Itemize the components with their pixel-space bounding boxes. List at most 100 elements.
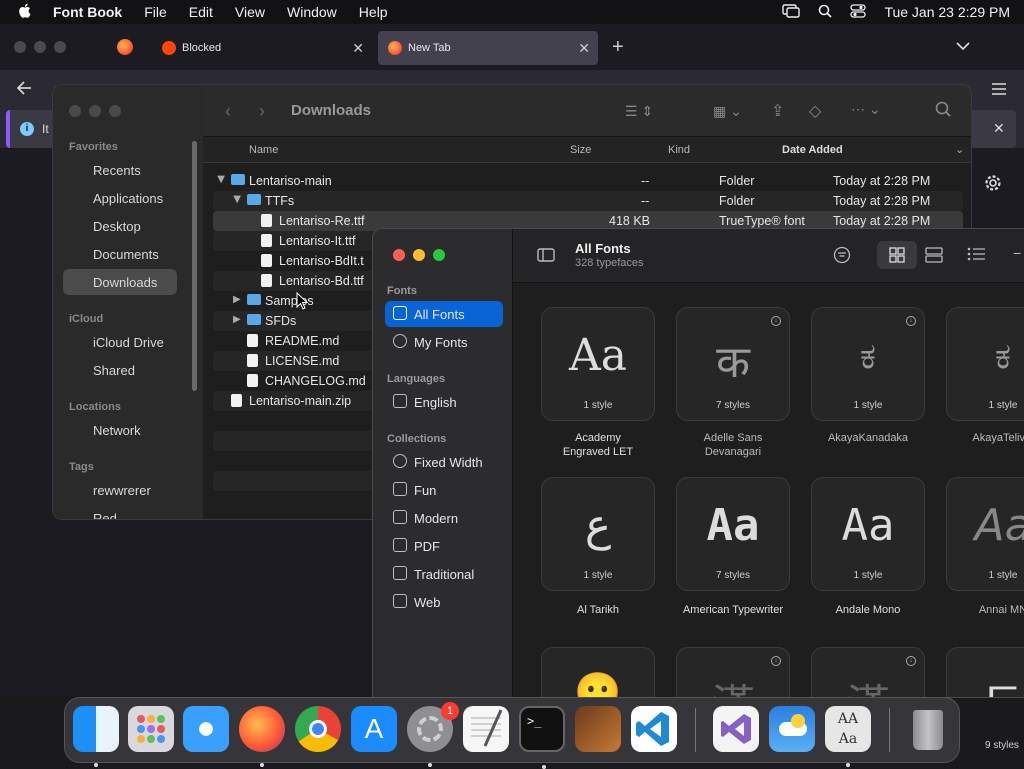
list-view-icon[interactable]: ☰ ⇕ xyxy=(625,103,653,120)
sidebar-item-applications[interactable]: Applications xyxy=(93,191,163,206)
sidebar-item-tag-red[interactable]: Red xyxy=(93,511,117,519)
weather-dock-icon[interactable] xyxy=(769,706,815,752)
close-notification-icon[interactable]: ✕ xyxy=(993,120,1005,137)
font-card[interactable]: Aa 7 styles xyxy=(676,477,790,591)
sidebar-item-my-fonts[interactable]: My Fonts xyxy=(385,329,503,355)
back-chevron-icon[interactable]: ‹ xyxy=(225,101,231,122)
font-card[interactable]: Aa 1 style xyxy=(541,307,655,421)
font-book-dock-icon[interactable]: AA Aa xyxy=(825,706,871,767)
column-date-added[interactable]: Date Added xyxy=(782,144,843,156)
visual-studio-dock-icon[interactable] xyxy=(713,706,759,752)
list-view-icon[interactable] xyxy=(967,247,985,266)
tab-blocked[interactable]: Blocked ✕ xyxy=(152,31,372,65)
collection-modern[interactable]: Modern xyxy=(385,505,503,531)
apple-menu-icon[interactable] xyxy=(0,3,42,22)
sidebar-item-documents[interactable]: Documents xyxy=(93,247,159,262)
font-card[interactable]: Aa 1 style xyxy=(811,477,925,591)
close-tab-icon[interactable]: ✕ xyxy=(352,40,364,57)
column-size[interactable]: Size xyxy=(570,144,591,156)
menu-edit[interactable]: Edit xyxy=(178,4,224,20)
tab-new-tab[interactable]: New Tab ✕ xyxy=(378,31,598,65)
disclosure-open-icon[interactable]: ▶ xyxy=(231,196,242,204)
collection-fixed-width[interactable]: Fixed Width xyxy=(385,449,503,475)
back-arrow-icon[interactable] xyxy=(16,80,32,101)
app-store-dock-icon[interactable]: A xyxy=(351,706,397,752)
settings-gear-icon[interactable] xyxy=(984,174,1002,197)
menubar-clock[interactable]: Tue Jan 23 2:29 PM xyxy=(884,4,1010,20)
hamburger-menu-icon[interactable] xyxy=(992,82,1006,100)
search-icon[interactable] xyxy=(935,101,951,122)
font-card[interactable]: 😶 xyxy=(541,647,655,697)
download-icon[interactable]: ↓ xyxy=(771,656,781,666)
font-card[interactable]: ↓ क 7 styles xyxy=(676,307,790,421)
sort-chevron-icon[interactable]: ⌄ xyxy=(955,143,964,156)
zoom-window-icon[interactable] xyxy=(433,249,445,261)
collection-web[interactable]: Web xyxy=(385,589,503,615)
new-tab-plus-icon[interactable]: + xyxy=(612,36,624,59)
minimize-window-icon[interactable] xyxy=(413,249,425,261)
tag-icon[interactable]: ◇ xyxy=(809,101,821,121)
sidebar-item-icloud-drive[interactable]: iCloud Drive xyxy=(93,335,164,350)
sidebar-item-downloads[interactable]: Downloads xyxy=(93,275,157,290)
group-icon[interactable]: ▦ ⌄ xyxy=(713,103,742,120)
sidebar-item-all-fonts[interactable]: All Fonts xyxy=(385,301,503,327)
column-kind[interactable]: Kind xyxy=(668,144,690,156)
sidebar-item-english[interactable]: English xyxy=(385,389,503,415)
screen-mirroring-icon[interactable] xyxy=(782,3,801,21)
system-settings-dock-icon[interactable]: 1 xyxy=(407,702,459,767)
trash-dock-icon[interactable] xyxy=(905,706,951,752)
safari-dock-icon[interactable] xyxy=(183,706,229,752)
strip-view-icon[interactable] xyxy=(925,247,943,268)
menu-file[interactable]: File xyxy=(133,4,178,20)
menu-window[interactable]: Window xyxy=(276,4,348,20)
menu-help[interactable]: Help xyxy=(348,4,399,20)
collection-fun[interactable]: Fun xyxy=(385,477,503,503)
sidebar-item-network[interactable]: Network xyxy=(93,423,141,438)
download-icon[interactable]: ↓ xyxy=(906,656,916,666)
sidebar-item-desktop[interactable]: Desktop xyxy=(93,219,141,234)
launchpad-dock-icon[interactable] xyxy=(128,706,174,752)
font-card[interactable]: 동 xyxy=(946,647,1024,697)
disclosure-open-icon[interactable]: ▶ xyxy=(215,176,226,184)
forward-chevron-icon[interactable]: › xyxy=(259,101,265,122)
font-card[interactable]: ↓ ಕ 1 style xyxy=(811,307,925,421)
sidebar-item-tag[interactable]: rewwrerer xyxy=(93,483,151,498)
share-icon[interactable]: ⇪ xyxy=(771,101,784,121)
close-tab-icon[interactable]: ✕ xyxy=(578,40,590,57)
download-icon[interactable]: ↓ xyxy=(906,316,916,326)
menu-view[interactable]: View xyxy=(224,4,276,20)
font-card[interactable]: ↓ 漢 xyxy=(676,647,790,697)
font-card[interactable]: ع 1 style xyxy=(541,477,655,591)
download-icon[interactable]: ↓ xyxy=(771,316,781,326)
sidebar-scrollbar[interactable] xyxy=(192,141,197,391)
font-card[interactable]: Aa 1 style xyxy=(946,477,1024,591)
minus-icon[interactable]: − xyxy=(1013,245,1021,261)
sidebar-item-recents[interactable]: Recents xyxy=(93,163,141,178)
sidebar-item-shared[interactable]: Shared xyxy=(93,363,135,378)
firefox-view-icon[interactable] xyxy=(117,39,133,55)
app-menu[interactable]: Font Book xyxy=(42,4,133,20)
disclosure-closed-icon[interactable]: ▶ xyxy=(233,294,241,305)
close-window-icon[interactable] xyxy=(393,249,405,261)
sidebar-toggle-icon[interactable] xyxy=(537,248,555,267)
list-all-tabs-chevron-icon[interactable] xyxy=(956,38,970,56)
control-center-icon[interactable] xyxy=(850,3,867,21)
firefox-dock-icon[interactable] xyxy=(239,706,285,767)
grid-view-icon[interactable] xyxy=(877,241,917,269)
filter-icon[interactable] xyxy=(833,246,851,269)
file-row[interactable]: ▶ Lentariso-main -- Folder Today at 2:28… xyxy=(213,171,963,191)
collection-traditional[interactable]: Traditional xyxy=(385,561,503,587)
vscode-dock-icon[interactable] xyxy=(631,706,677,752)
file-row[interactable]: ▶ TTFs -- Folder Today at 2:28 PM xyxy=(213,191,963,211)
chrome-dock-icon[interactable] xyxy=(295,706,341,752)
disclosure-closed-icon[interactable]: ▶ xyxy=(233,314,241,325)
textedit-dock-icon[interactable] xyxy=(463,706,509,752)
more-actions-icon[interactable]: ⋯ ⌄ xyxy=(851,101,881,118)
finder-dock-icon[interactable] xyxy=(73,706,119,767)
collection-pdf[interactable]: PDF xyxy=(385,533,503,559)
terminal-dock-icon[interactable]: >_ xyxy=(519,706,565,769)
column-name[interactable]: Name xyxy=(249,144,278,156)
spotlight-search-icon[interactable] xyxy=(818,4,833,21)
garageband-dock-icon[interactable] xyxy=(575,706,621,752)
font-card[interactable]: ↓ 漢 xyxy=(811,647,925,697)
